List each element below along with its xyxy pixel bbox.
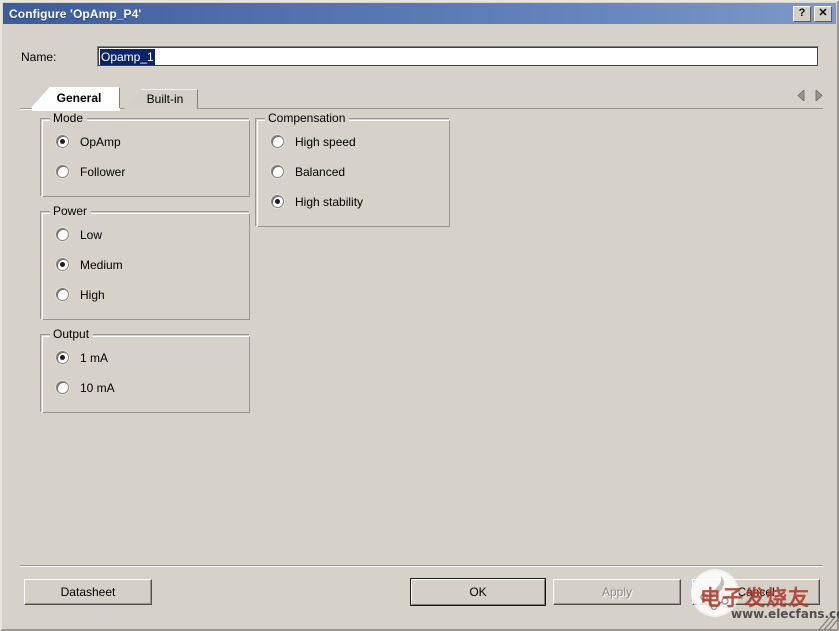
watermark-stripes-icon [818,616,839,631]
ok-button-inner: OK [411,579,545,605]
group-compensation-title: Compensation [265,111,350,125]
title-bar-buttons: ? ✕ [793,5,836,22]
general-tab-panel: Mode OpAmp Follower Power Low Medium Hig… [20,109,823,555]
group-power-title: Power [50,204,92,218]
configure-opamp-dialog: Configure 'OpAmp_P4' ? ✕ Name: Opamp_1 B… [0,0,839,631]
radio-output-1ma-indicator [56,351,69,364]
help-button[interactable]: ? [793,5,811,22]
tab-strip-underline-left [20,108,32,110]
radio-output-1ma[interactable]: 1 mA [56,349,108,366]
radio-comp-high-stability-indicator [271,195,284,208]
tab-built-in-label: Built-in [146,92,184,106]
name-input[interactable]: Opamp_1 [97,46,819,67]
radio-comp-balanced-indicator [271,165,284,178]
radio-output-10ma-indicator [56,381,69,394]
tab-general-active-joint [32,108,120,111]
name-input-value: Opamp_1 [100,48,155,65]
radio-power-high-label: High [80,287,105,302]
radio-mode-opamp-indicator [56,135,69,148]
footer-separator [20,565,823,567]
group-compensation: Compensation High speed Balanced High st… [255,111,450,227]
radio-comp-high-stability[interactable]: High stability [271,193,363,210]
close-button[interactable]: ✕ [814,5,832,22]
radio-mode-opamp[interactable]: OpAmp [56,133,121,150]
radio-mode-follower[interactable]: Follower [56,163,125,180]
radio-output-10ma-label: 10 mA [80,380,115,395]
watermark-url-text: www.elecfans.com [731,607,839,621]
cancel-button-label: Cancel [737,585,775,599]
radio-power-low[interactable]: Low [56,226,102,243]
tab-strip: Built-in General [20,87,823,111]
radio-comp-balanced-label: Balanced [295,164,346,179]
tab-nav-arrows [797,90,823,101]
ok-button[interactable]: OK [410,578,546,606]
radio-power-medium-label: Medium [80,257,123,272]
cancel-button[interactable]: Cancel [692,579,820,605]
radio-power-medium[interactable]: Medium [56,256,123,273]
radio-power-high[interactable]: High [56,286,105,303]
tab-next-arrow-icon[interactable] [814,90,823,101]
group-output-title: Output [50,327,94,341]
radio-power-low-label: Low [80,227,103,242]
ok-button-label: OK [469,585,487,599]
radio-comp-high-speed-indicator [271,135,284,148]
radio-power-medium-indicator [56,258,69,271]
tab-general-label: General [56,91,102,105]
apply-button[interactable]: Apply [553,579,681,605]
apply-button-label: Apply [601,585,633,599]
datasheet-button-label: Datasheet [60,585,116,599]
name-label: Name: [21,50,57,64]
radio-mode-opamp-label: OpAmp [80,134,121,149]
radio-output-1ma-label: 1 mA [80,350,109,365]
title-bar: Configure 'OpAmp_P4' ? ✕ [3,3,836,24]
group-output: Output 1 mA 10 mA [40,327,250,413]
radio-power-high-indicator [56,288,69,301]
radio-mode-follower-indicator [56,165,69,178]
radio-mode-follower-label: Follower [80,164,126,179]
group-mode: Mode OpAmp Follower [40,111,250,197]
radio-comp-high-speed-label: High speed [295,134,356,149]
datasheet-button[interactable]: Datasheet [24,579,152,605]
radio-output-10ma[interactable]: 10 mA [56,379,115,396]
tab-prev-arrow-icon[interactable] [797,90,806,101]
radio-power-low-indicator [56,228,69,241]
radio-comp-high-speed[interactable]: High speed [271,133,356,150]
group-power: Power Low Medium High [40,204,250,320]
tab-built-in[interactable]: Built-in [124,89,198,109]
radio-comp-high-stability-label: High stability [295,194,364,209]
radio-comp-balanced[interactable]: Balanced [271,163,345,180]
group-mode-title: Mode [50,111,88,125]
window-title: Configure 'OpAmp_P4' [9,6,142,21]
tab-general[interactable]: General [30,87,120,109]
